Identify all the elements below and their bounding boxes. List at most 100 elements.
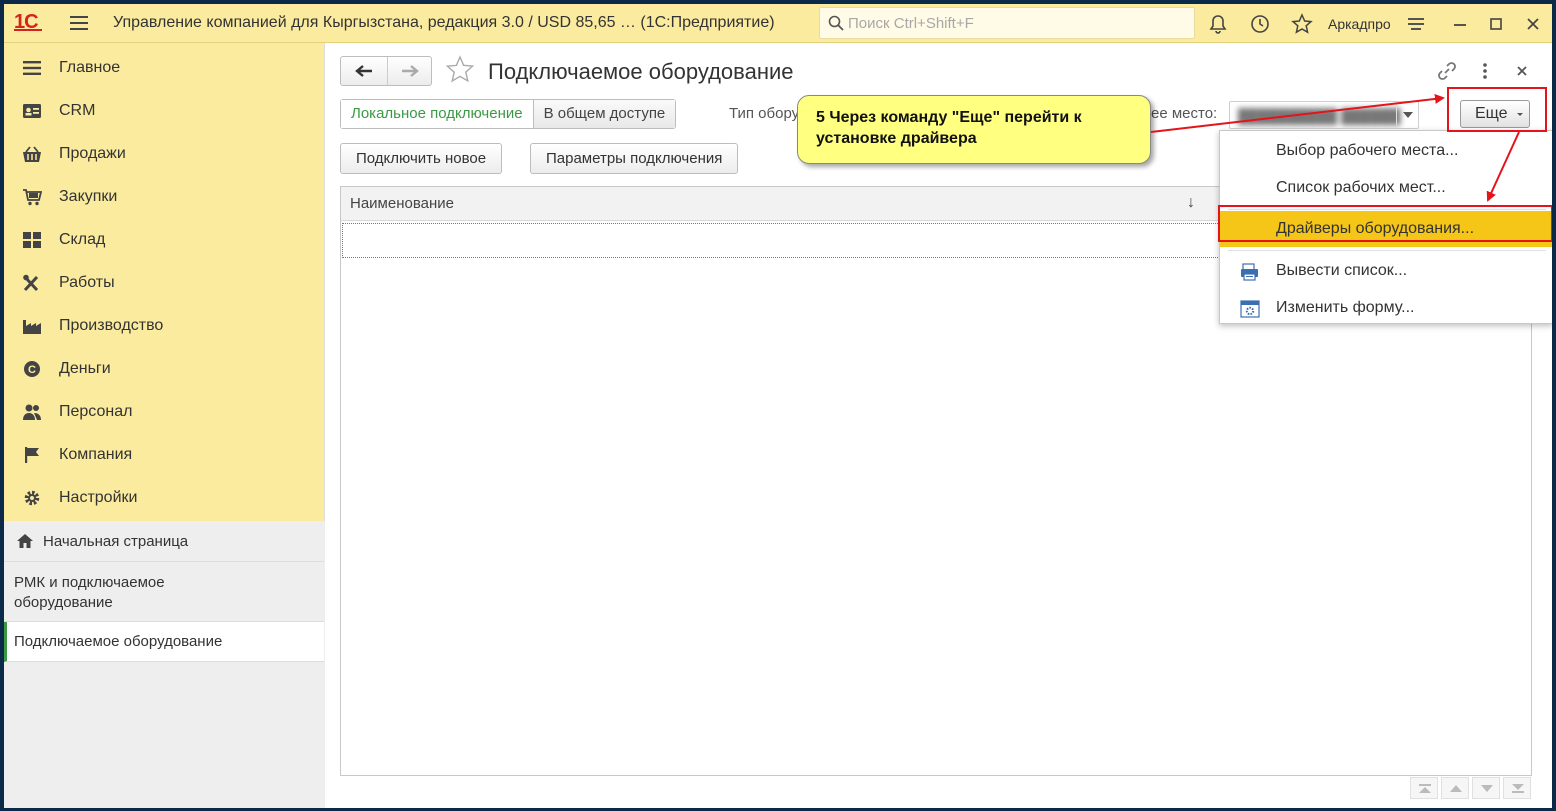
main-menu-button[interactable] xyxy=(70,16,88,30)
nav-home-page[interactable]: Начальная страница xyxy=(4,521,324,562)
table-scroll-buttons xyxy=(1410,777,1534,801)
favorite-star-icon[interactable] xyxy=(445,55,475,85)
sidebar-item-personnel[interactable]: Персонал xyxy=(4,390,324,433)
instruction-callout: 5 Через команду "Еще" перейти к установк… xyxy=(797,95,1151,164)
scroll-up-button[interactable] xyxy=(1441,777,1469,799)
history-icon[interactable] xyxy=(1249,13,1271,35)
scroll-top-icon xyxy=(1419,784,1431,793)
workstation-dropdown[interactable] xyxy=(1396,102,1418,128)
column-header-name[interactable]: Наименование xyxy=(350,195,454,212)
sidebar-item-main[interactable]: Главное xyxy=(4,46,324,89)
sidebar-item-label: Компания xyxy=(59,446,133,463)
more-button[interactable]: Еще xyxy=(1460,100,1530,128)
sidebar-item-money[interactable]: C Деньги xyxy=(4,347,324,390)
close-form-icon[interactable] xyxy=(1511,60,1533,82)
close-icon[interactable] xyxy=(1522,13,1544,35)
sidebar-item-production[interactable]: Производство xyxy=(4,304,324,347)
sidebar-item-label: Главное xyxy=(59,59,121,76)
menu-item-label: Изменить форму... xyxy=(1276,299,1415,316)
menu-item-change-form[interactable]: Изменить форму... xyxy=(1220,290,1552,327)
chevron-down-icon xyxy=(1517,113,1523,116)
sidebar-item-label: Склад xyxy=(59,231,106,248)
title-bar: 1С Управление компанией для Кыргызстана,… xyxy=(4,4,1552,43)
menu-icon xyxy=(23,61,41,75)
sidebar-item-label: Деньги xyxy=(59,360,111,377)
workstation-field[interactable]: ██████████ ██████ xyxy=(1229,101,1419,129)
application-window: 1С Управление компанией для Кыргызстана,… xyxy=(4,4,1552,808)
maximize-icon[interactable] xyxy=(1485,13,1507,35)
more-actions-icon[interactable] xyxy=(1474,60,1496,82)
sidebar-item-company[interactable]: Компания xyxy=(4,433,324,476)
tab-local-connection[interactable]: Локальное подключение xyxy=(341,100,534,128)
factory-icon xyxy=(23,320,41,334)
minimize-icon[interactable] xyxy=(1449,13,1471,35)
bell-icon[interactable] xyxy=(1207,13,1229,35)
sidebar-item-label: Персонал xyxy=(59,403,133,420)
nav-pos-equipment[interactable]: РМК и подключаемое оборудование xyxy=(4,562,324,622)
connection-mode-switch: Локальное подключение В общем доступе xyxy=(340,99,677,129)
scroll-down-icon xyxy=(1481,785,1493,792)
connection-params-button[interactable]: Параметры подключения xyxy=(530,143,739,174)
sidebar-item-warehouse[interactable]: Склад xyxy=(4,218,324,261)
menu-divider xyxy=(1228,209,1546,210)
scroll-up-icon xyxy=(1450,785,1462,792)
tab-shared-access[interactable]: В общем доступе xyxy=(533,100,676,128)
nav-label: Начальная страница xyxy=(43,533,189,550)
menu-item-equipment-drivers[interactable]: Драйверы оборудования... xyxy=(1220,211,1552,247)
sidebar-item-crm[interactable]: CRM xyxy=(4,89,324,132)
username[interactable]: Аркадпро xyxy=(1328,16,1391,32)
sidebar-item-purchases[interactable]: Закупки xyxy=(4,175,324,218)
menu-icon[interactable] xyxy=(1405,13,1427,35)
menu-item-output-list[interactable]: Вывести список... xyxy=(1220,253,1552,290)
basket-icon xyxy=(23,146,41,162)
money-icon: C xyxy=(24,361,40,377)
sidebar-item-label: CRM xyxy=(59,102,96,119)
search-box[interactable] xyxy=(819,7,1195,39)
sort-indicator[interactable]: ↓ xyxy=(1187,194,1195,212)
print-list-icon xyxy=(1241,263,1258,281)
sidebar-item-label: Настройки xyxy=(59,489,138,506)
sidebar-item-works[interactable]: Работы xyxy=(4,261,324,304)
navigation-panel: Начальная страница РМК и подключаемое об… xyxy=(4,521,325,808)
more-button-label: Еще xyxy=(1475,105,1508,122)
form-settings-icon xyxy=(1240,300,1260,318)
nav-label: Подключаемое оборудование xyxy=(14,633,223,650)
history-nav xyxy=(340,56,432,86)
section-panel: Главное CRM Продажи Закупки Склад Работы xyxy=(4,43,324,521)
sidebar-item-sales[interactable]: Продажи xyxy=(4,132,324,175)
nav-label: РМК и подключаемое оборудование xyxy=(14,574,165,611)
workstation-value: ██████████ ██████ xyxy=(1238,108,1401,124)
instruction-text: 5 Через команду "Еще" перейти к установк… xyxy=(816,109,1082,147)
search-input[interactable] xyxy=(848,12,1188,34)
app-title: Управление компанией для Кыргызстана, ре… xyxy=(113,14,775,31)
back-button[interactable] xyxy=(341,57,386,85)
contact-card-icon xyxy=(23,104,41,118)
chevron-down-icon xyxy=(1403,112,1413,118)
menu-item-select-workstation[interactable]: Выбор рабочего места... xyxy=(1220,133,1552,170)
sidebar: Главное CRM Продажи Закупки Склад Работы xyxy=(4,43,325,808)
scroll-top-button[interactable] xyxy=(1410,777,1438,799)
scroll-bottom-icon xyxy=(1512,784,1524,793)
connect-new-button[interactable]: Подключить новое xyxy=(340,143,503,174)
nav-connected-equipment[interactable]: Подключаемое оборудование xyxy=(4,622,324,662)
arrow-left-icon xyxy=(355,65,372,77)
forward-button[interactable] xyxy=(387,57,432,85)
people-icon xyxy=(23,404,41,420)
sidebar-item-settings[interactable]: Настройки xyxy=(4,476,324,519)
sidebar-item-label: Закупки xyxy=(59,188,118,205)
gear-icon xyxy=(24,490,40,506)
menu-item-label: Драйверы оборудования... xyxy=(1276,220,1475,237)
scroll-bottom-button[interactable] xyxy=(1503,777,1531,799)
link-icon[interactable] xyxy=(1436,60,1458,82)
scroll-down-button[interactable] xyxy=(1472,777,1500,799)
equipment-type-label: Тип оборудования: xyxy=(729,105,799,122)
star-icon[interactable] xyxy=(1291,13,1313,35)
menu-item-label: Вывести список... xyxy=(1276,262,1408,279)
menu-divider xyxy=(1228,250,1546,251)
arrow-right-icon xyxy=(402,65,419,77)
menu-item-workstation-list[interactable]: Список рабочих мест... xyxy=(1220,170,1552,207)
warehouse-icon xyxy=(23,232,41,248)
search-icon xyxy=(828,15,844,31)
workstation-label: ее место: xyxy=(1151,105,1218,122)
svg-text:C: C xyxy=(28,364,36,376)
